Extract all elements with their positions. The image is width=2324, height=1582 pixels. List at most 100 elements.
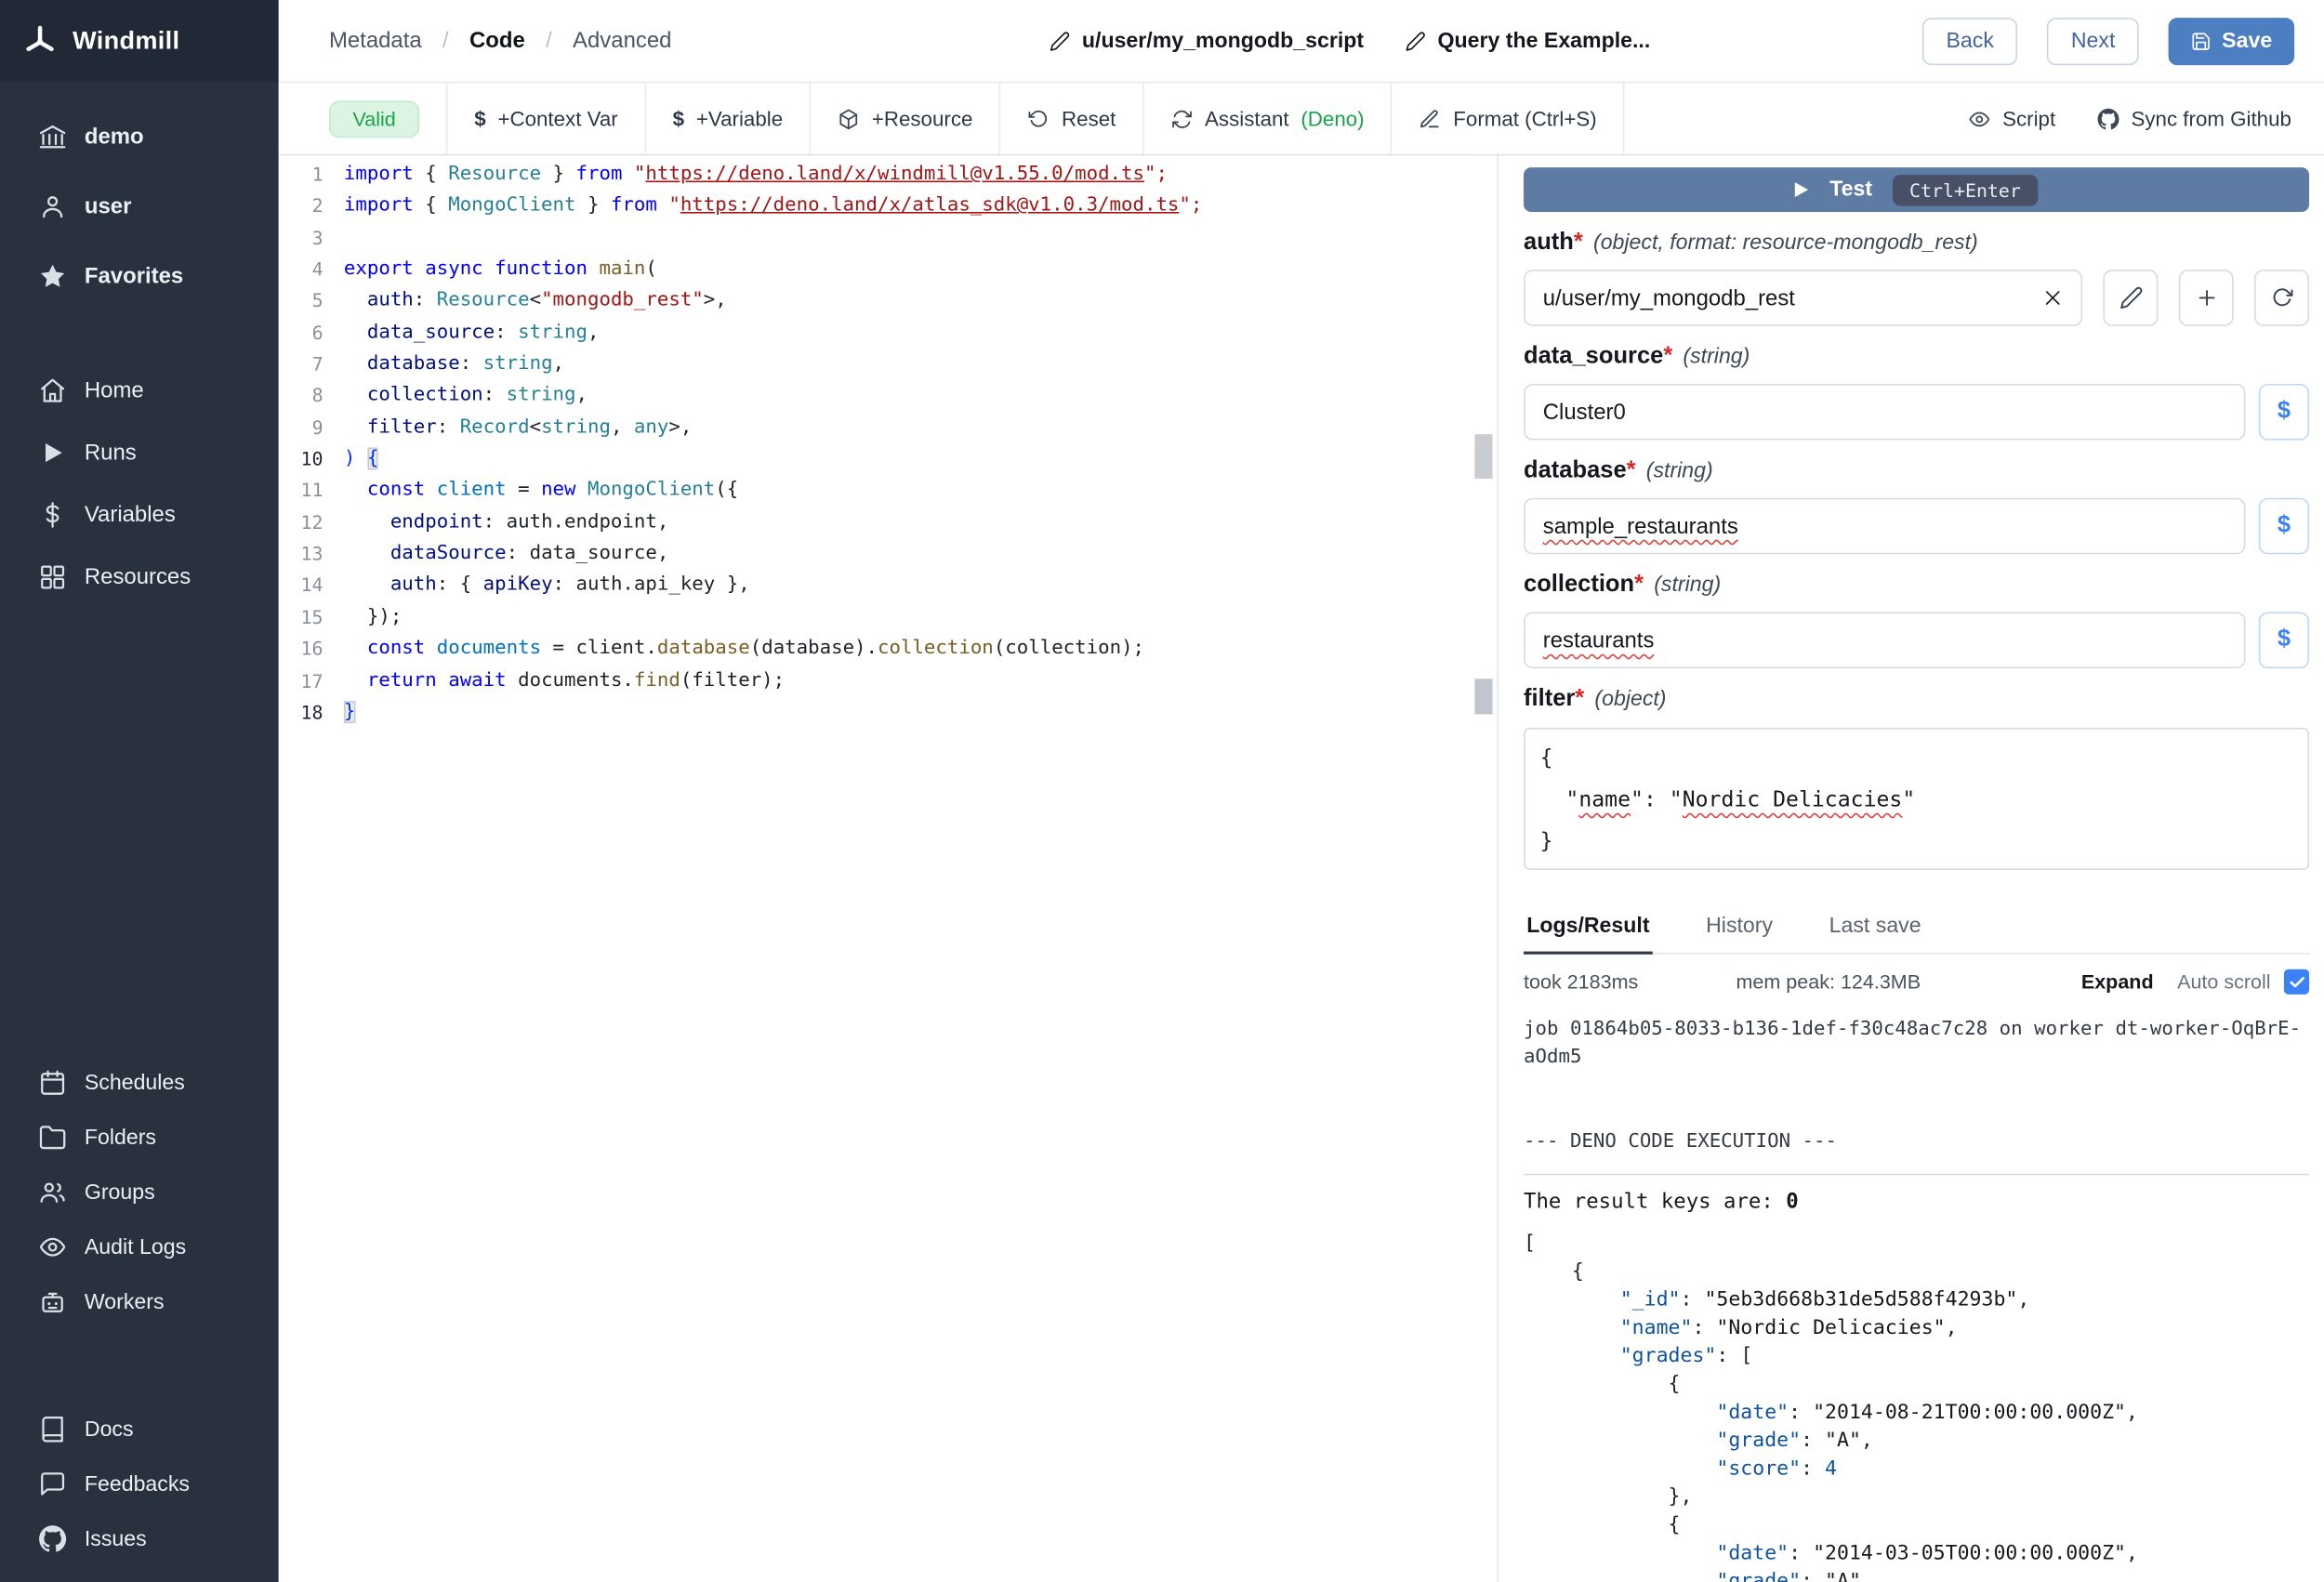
sidebar-item-label: Runs: [85, 440, 137, 465]
refresh-resource-button[interactable]: [2254, 270, 2309, 326]
tab-code[interactable]: Code: [469, 28, 525, 53]
test-button[interactable]: Test Ctrl+Enter: [1524, 167, 2309, 212]
script-summary[interactable]: Query the Example...: [1405, 0, 1650, 82]
result-key[interactable]: 0: [1786, 1190, 1798, 1214]
sidebar-item-home[interactable]: Home: [0, 359, 279, 421]
mem-peak: mem peak: 124.3MB: [1736, 970, 1921, 993]
add-resource-button-small[interactable]: [2179, 270, 2234, 326]
tab-advanced[interactable]: Advanced: [573, 28, 671, 53]
boxes-icon: [38, 562, 66, 590]
insert-variable-button[interactable]: $: [2259, 384, 2309, 441]
field-filter: filter* (object) { "name": "Nordic Delica…: [1524, 686, 2309, 870]
field-data-source: data_source*(string) Cluster0 $: [1524, 344, 2309, 441]
format-button[interactable]: Format (Ctrl+S): [1393, 83, 1625, 154]
insert-variable-button[interactable]: $: [2259, 498, 2309, 555]
test-shortcut-badge: Ctrl+Enter: [1893, 174, 2037, 204]
back-button[interactable]: Back: [1922, 17, 2017, 64]
add-resource-button[interactable]: +Resource: [811, 83, 1000, 154]
sidebar-main-nav: Home Runs Variables Resources: [0, 359, 279, 608]
auth-input[interactable]: u/user/my_mongodb_rest: [1524, 270, 2082, 326]
script-path[interactable]: u/user/my_mongodb_script: [1050, 0, 1364, 82]
text-line: "grade": "A",: [1524, 1427, 2309, 1455]
sidebar-item-user[interactable]: user: [0, 172, 279, 242]
sidebar-item-issues[interactable]: Issues: [0, 1511, 279, 1566]
line-number: 8: [279, 380, 324, 412]
sidebar-item-resources[interactable]: Resources: [0, 546, 279, 608]
tab-metadata[interactable]: Metadata: [329, 28, 422, 53]
tab-last-save[interactable]: Last save: [1826, 905, 1923, 953]
add-context-var-button[interactable]: $ +Context Var: [448, 83, 646, 154]
text-line: });: [344, 601, 1202, 633]
brand-name: Windmill: [73, 26, 179, 56]
code-editor[interactable]: 123456789101112131415161718 import { Res…: [279, 155, 1475, 1582]
editor-scrollbar-thumb[interactable]: [1474, 434, 1492, 479]
line-number: 9: [279, 412, 324, 443]
text-line: "name": "Nordic Delicacies": [1540, 780, 2293, 822]
text-line: ) {: [344, 443, 1202, 475]
sidebar-item-demo[interactable]: demo: [0, 102, 279, 172]
insert-variable-button[interactable]: $: [2259, 612, 2309, 668]
field-type: (object): [1594, 688, 1666, 712]
next-button[interactable]: Next: [2047, 17, 2139, 64]
view-script-button[interactable]: Script: [1948, 83, 2076, 154]
line-number: 18: [279, 696, 324, 728]
field-name: filter: [1524, 686, 1575, 711]
edit-summary-icon: [1405, 31, 1425, 51]
expand-button[interactable]: Expand: [2081, 970, 2154, 993]
add-variable-button[interactable]: $ +Variable: [646, 83, 811, 154]
save-button[interactable]: Save: [2169, 17, 2294, 64]
refresh-icon: [2270, 286, 2294, 310]
sidebar-item-label: Audit Logs: [85, 1235, 186, 1259]
github-icon: [38, 1525, 66, 1553]
assistant-icon: [1170, 108, 1193, 130]
text-line: "name": "Nordic Delicacies",: [1524, 1314, 2309, 1342]
sidebar-admin-nav: Schedules Folders Groups Audit Logs Workers: [0, 1055, 279, 1329]
script-summary-text: Query the Example...: [1438, 29, 1651, 53]
required-asterisk: *: [1575, 686, 1584, 711]
line-number: 5: [279, 285, 324, 317]
sidebar-item-groups[interactable]: Groups: [0, 1165, 279, 1219]
sidebar-item-feedbacks[interactable]: Feedbacks: [0, 1457, 279, 1511]
sidebar-item-favorites[interactable]: Favorites: [0, 242, 279, 311]
sidebar-item-audit-logs[interactable]: Audit Logs: [0, 1219, 279, 1274]
header-actions: Back Next Save: [1922, 0, 2294, 82]
sidebar-item-workers[interactable]: Workers: [0, 1274, 279, 1329]
filter-json-editor[interactable]: { "name": "Nordic Delicacies"}: [1524, 728, 2309, 870]
text-line: }: [1540, 821, 2293, 863]
line-number: 11: [279, 475, 324, 507]
sidebar-item-runs[interactable]: Runs: [0, 421, 279, 483]
assistant-button[interactable]: Assistant (Deno): [1144, 83, 1393, 154]
sync-from-github-button[interactable]: Sync from Github: [2076, 83, 2312, 154]
sidebar-workspace-group: demouserFavorites: [0, 82, 279, 311]
dollar-icon: [38, 500, 66, 528]
sidebar-item-schedules[interactable]: Schedules: [0, 1055, 279, 1110]
dollar-icon: $: [474, 107, 485, 131]
sidebar-item-label: Variables: [85, 502, 176, 527]
sidebar-item-docs[interactable]: Docs: [0, 1402, 279, 1457]
app-logo[interactable]: Windmill: [0, 0, 279, 82]
data-source-input[interactable]: Cluster0: [1524, 384, 2245, 441]
database-input[interactable]: sample_restaurants: [1524, 498, 2245, 555]
edit-resource-button[interactable]: [2103, 270, 2158, 326]
editor-scroll-marker: [1474, 679, 1492, 714]
message-icon: [38, 1470, 66, 1498]
eye-icon: [1968, 108, 1990, 130]
field-name: data_source: [1524, 344, 1663, 369]
field-type: (string): [1654, 573, 1721, 598]
sidebar-item-label: Feedbacks: [85, 1472, 190, 1496]
sidebar-item-label: Schedules: [85, 1071, 185, 1095]
sidebar-item-folders[interactable]: Folders: [0, 1110, 279, 1165]
collection-input[interactable]: restaurants: [1524, 612, 2245, 668]
auto-scroll-checkbox[interactable]: [2284, 969, 2309, 995]
reset-button[interactable]: Reset: [1001, 83, 1144, 154]
required-asterisk: *: [1663, 344, 1672, 369]
valid-badge: Valid: [329, 100, 419, 138]
sidebar-item-variables[interactable]: Variables: [0, 483, 279, 546]
tab-logs-result[interactable]: Logs/Result: [1524, 905, 1653, 955]
tab-history[interactable]: History: [1703, 905, 1776, 953]
field-type: (object, format: resource-mongodb_rest): [1593, 231, 1978, 256]
assistant-language: (Deno): [1301, 107, 1364, 131]
text-line: {: [1540, 738, 2293, 780]
sidebar-item-label: Groups: [85, 1180, 155, 1205]
clear-resource-icon[interactable]: [2042, 287, 2063, 308]
